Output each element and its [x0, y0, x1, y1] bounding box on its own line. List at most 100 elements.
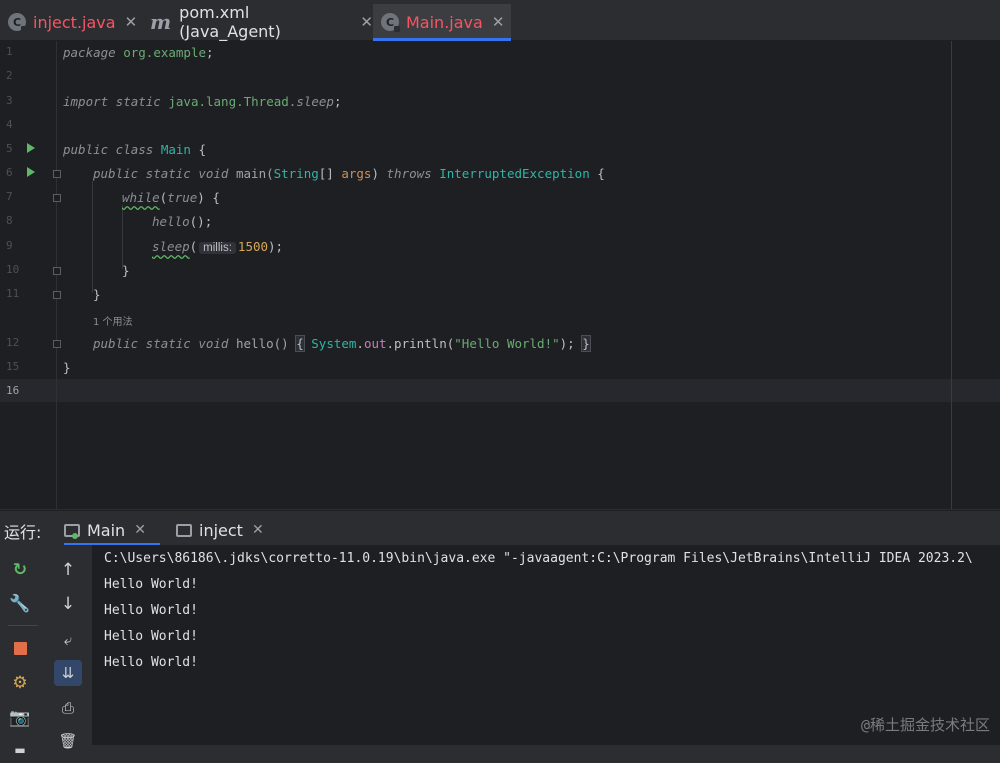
run-toolbar-secondary: ↑ ↓ ⤶ ⇊ ⎙ 🗑	[46, 545, 92, 750]
class-name: System	[311, 336, 357, 351]
line-number: 15	[6, 360, 20, 373]
close-icon[interactable]: ✕	[360, 13, 373, 31]
code-line-3: import static java.lang.Thread.sleep;	[63, 94, 341, 109]
debug-gear-icon[interactable]: ⚙	[6, 670, 34, 696]
punct: .	[356, 336, 364, 351]
code-line-8: hello();	[152, 214, 212, 229]
punct: []	[318, 166, 342, 181]
punct: ;	[333, 94, 342, 109]
run-config-icon	[176, 523, 192, 537]
punct: );	[268, 239, 284, 254]
fold-icon[interactable]	[53, 340, 61, 348]
punct: ) {	[197, 190, 220, 205]
import-package: java.lang.Thread.	[168, 94, 297, 109]
punct: ();	[189, 214, 213, 229]
code-line-15: }	[63, 360, 71, 375]
arrow-down-icon[interactable]: ↓	[54, 591, 82, 617]
line-number: 6	[6, 166, 13, 179]
close-icon[interactable]: ✕	[125, 13, 138, 31]
run-tab-inject[interactable]: inject ✕	[176, 515, 271, 545]
tab-pom-xml[interactable]: m pom.xml (Java_Agent) ✕	[140, 3, 373, 41]
java-class-icon: C	[8, 13, 27, 32]
keyword: public static void	[93, 336, 229, 351]
line-number: 5	[6, 142, 13, 155]
fold-icon[interactable]	[53, 170, 61, 178]
keyword: throws	[386, 166, 432, 181]
layout-icon[interactable]: ▬	[6, 737, 34, 763]
toolbar-divider	[8, 625, 38, 626]
close-icon[interactable]: ✕	[252, 522, 264, 538]
console-line: Hello World!	[104, 603, 198, 618]
tab-label: pom.xml (Java_Agent)	[179, 3, 281, 41]
punct: {	[190, 142, 207, 157]
camera-icon[interactable]: 📷	[6, 705, 34, 731]
run-tab-label: inject	[199, 520, 243, 540]
punct: (	[189, 239, 198, 254]
console-line: Hello World!	[104, 655, 198, 670]
editor-tab-bar: C inject.java ✕ m pom.xml (Java_Agent) ✕…	[0, 0, 1000, 41]
line-number: 9	[6, 239, 13, 252]
folded-brace[interactable]: {	[295, 335, 305, 352]
scroll-to-end-icon[interactable]: ⇊	[54, 660, 82, 686]
trash-icon[interactable]: 🗑	[54, 728, 82, 754]
code-line-1: package org.example;	[63, 45, 214, 60]
exception-type: InterruptedException	[439, 166, 590, 181]
wrench-icon[interactable]: 🔧	[6, 591, 34, 617]
folded-brace[interactable]: }	[581, 335, 591, 352]
print-icon[interactable]: ⎙	[54, 695, 82, 721]
run-tab-main[interactable]: Main ✕	[64, 515, 160, 546]
console-line: Hello World!	[104, 629, 198, 644]
right-margin-guide	[951, 41, 952, 509]
indent-guide	[92, 181, 93, 293]
fold-icon[interactable]	[53, 194, 61, 202]
punct: );	[559, 336, 583, 351]
tab-main-java[interactable]: C Main.java ✕	[373, 4, 511, 41]
parameter-hint: millis:	[199, 242, 236, 254]
line-number: 10	[6, 263, 20, 276]
static-field: out	[363, 336, 387, 351]
stop-icon[interactable]	[6, 635, 34, 661]
punct: }	[63, 360, 71, 375]
method-call: hello	[152, 214, 190, 229]
class-name: Main	[160, 142, 191, 157]
code-line-11: }	[93, 287, 101, 302]
punct: }	[93, 287, 101, 302]
number-literal: 1500	[237, 239, 269, 254]
punct: {	[589, 166, 605, 181]
run-main-icon[interactable]	[27, 167, 35, 177]
line-number: 7	[6, 190, 13, 203]
keyword: while	[122, 190, 160, 205]
fold-icon[interactable]	[53, 291, 61, 299]
line-number: 3	[6, 94, 13, 107]
gutter-divider	[56, 41, 57, 509]
maven-icon: m	[150, 10, 172, 34]
code-line-9: sleep(millis: 1500);	[152, 239, 283, 254]
string-literal: "Hello World!"	[454, 336, 560, 351]
type-name: String	[273, 166, 319, 181]
keyword: public class	[63, 142, 154, 157]
watermark: @稀土掘金技术社区	[860, 716, 990, 734]
soft-wrap-icon[interactable]: ⤶	[54, 627, 82, 653]
indent-guide	[122, 205, 123, 269]
console-output[interactable]: C:\Users\86186\.jdks\corretto-11.0.19\bi…	[92, 545, 1000, 745]
usages-inlay-hint[interactable]: 1 个用法	[93, 313, 133, 328]
line-number: 16	[6, 384, 20, 397]
import-member: sleep	[296, 94, 334, 109]
rerun-icon[interactable]: ↻	[6, 557, 34, 583]
arrow-up-icon[interactable]: ↑	[54, 557, 82, 583]
code-editor[interactable]: 1 2 3 4 5 6 7 8 9 10 11 12 15 16 package…	[0, 41, 1000, 509]
close-icon[interactable]: ✕	[492, 13, 505, 31]
tab-inject-java[interactable]: C inject.java ✕	[0, 4, 140, 40]
line-number: 4	[6, 118, 13, 131]
java-class-icon: C	[381, 13, 400, 32]
punct: )	[371, 166, 387, 181]
console-line: C:\Users\86186\.jdks\corretto-11.0.19\bi…	[104, 551, 973, 566]
code-line-7: while(true) {	[122, 190, 220, 205]
tab-label: inject.java	[33, 12, 116, 32]
run-tab-label: Main	[87, 520, 126, 540]
keyword: package	[63, 45, 116, 60]
fold-icon[interactable]	[53, 267, 61, 275]
run-class-icon[interactable]	[27, 143, 35, 153]
keyword: public static void	[93, 166, 229, 181]
close-icon[interactable]: ✕	[134, 522, 146, 538]
